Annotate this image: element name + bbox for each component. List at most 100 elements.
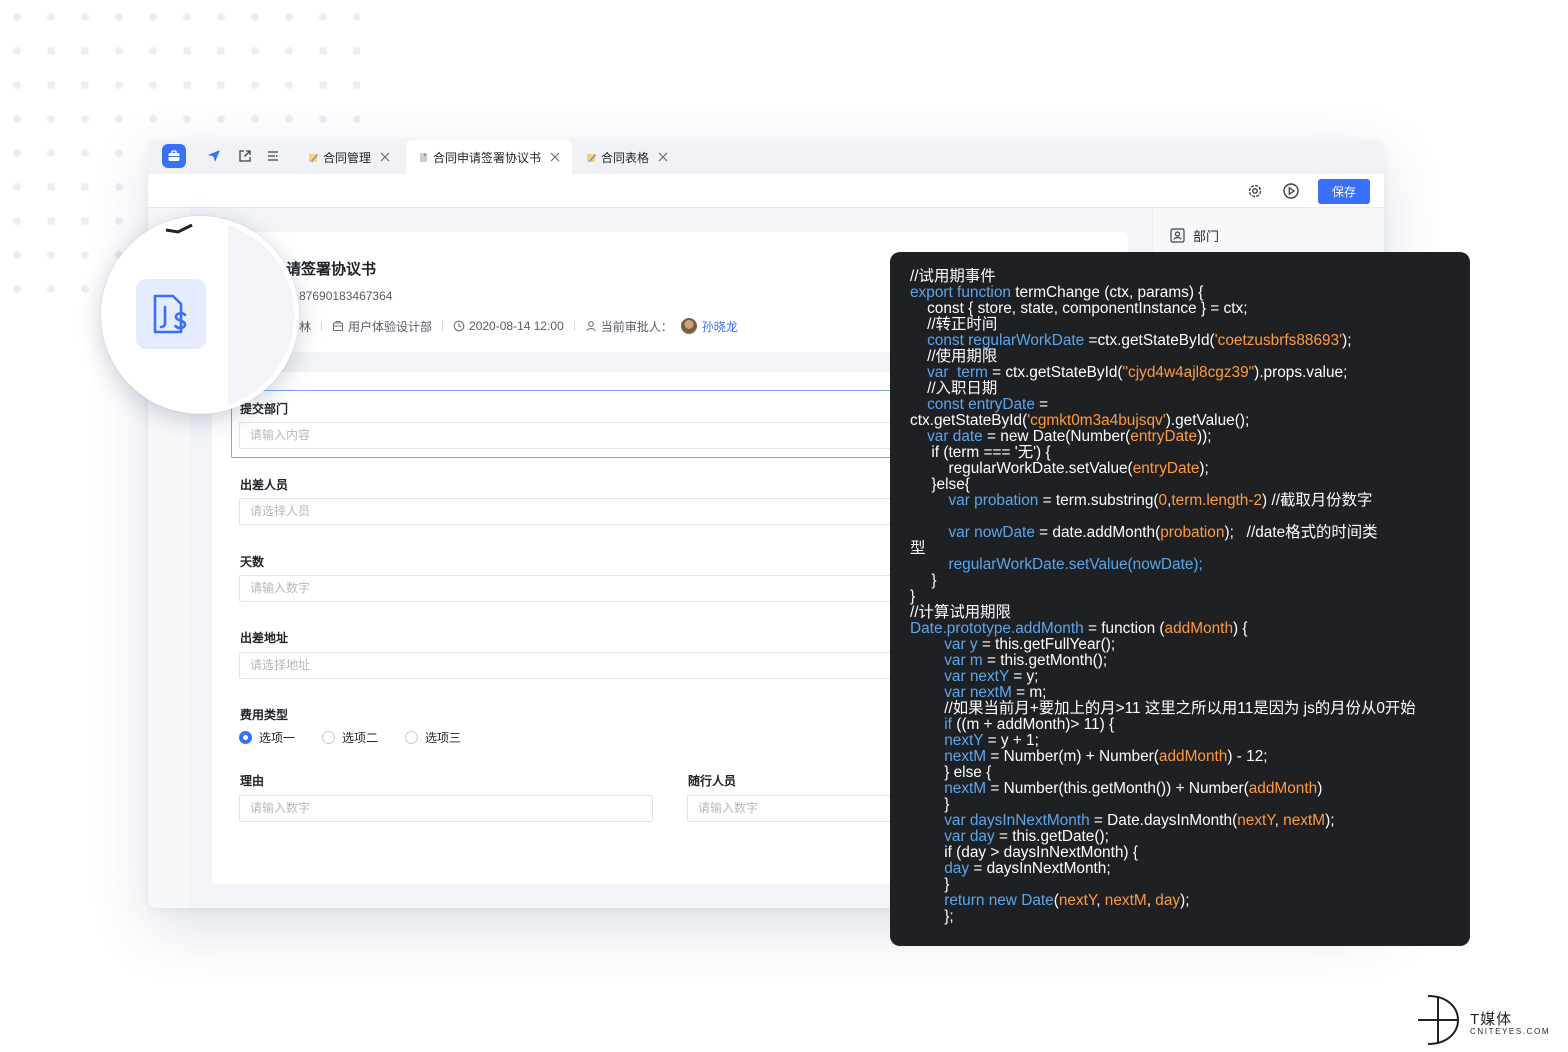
code-token: }; [910, 908, 954, 925]
radio-option-3[interactable]: 选项三 [405, 729, 461, 746]
briefcase-icon[interactable] [162, 144, 186, 168]
code-token: addMonth [1164, 620, 1234, 637]
code-token: = function ( [1087, 620, 1165, 637]
code-token: //入职日期 [910, 380, 998, 397]
code-line: var m = this.getMonth(); [910, 652, 1107, 669]
code-token: } [910, 796, 950, 813]
code-line: var nextY = y; [910, 668, 1038, 685]
code-token: nextY [1058, 892, 1097, 909]
approver-link[interactable]: 孙晓龙 [702, 318, 738, 335]
code-token: var m [910, 652, 987, 669]
js-component[interactable] [136, 279, 206, 349]
code-line: //入职日期 [910, 380, 997, 397]
field-label-days: 天数 [240, 555, 265, 569]
code-token: )); [1197, 428, 1212, 445]
code-line: } else { [910, 764, 991, 781]
radio-button[interactable] [239, 731, 252, 744]
code-line: //使用期限 [910, 348, 997, 365]
tab-contract-agreement[interactable]: 合同申请签署协议书 [406, 140, 573, 174]
send-icon[interactable] [206, 148, 222, 164]
field-label-reason: 理由 [240, 774, 265, 788]
code-token: ); [1180, 892, 1190, 909]
code-token: ctx.getStateById( [910, 412, 1028, 429]
document-number: 87690183467364 [299, 289, 393, 303]
play-icon[interactable] [1282, 182, 1300, 200]
code-token: = this.getDate(); [998, 828, 1109, 845]
code-token: = y + 1; [987, 732, 1039, 749]
radio-option-2[interactable]: 选项二 [322, 729, 378, 746]
radio-label: 选项一 [259, 731, 296, 745]
field-label-address: 出差地址 [240, 631, 289, 645]
code-token: nextM [910, 780, 991, 797]
code-line: nextY = y + 1; [910, 732, 1039, 749]
tab-contract-management[interactable]: 合同管理 [296, 140, 402, 174]
close-icon[interactable] [380, 152, 390, 162]
component-label: 部门 [1193, 229, 1220, 244]
code-line: const regularWorkDate =ctx.getStateById(… [910, 332, 1351, 349]
code-token: var term [910, 364, 993, 381]
code-token: } else { [910, 764, 992, 781]
list-icon[interactable] [265, 148, 281, 164]
divider [442, 321, 444, 331]
department-component-item[interactable]: 部门 [1169, 226, 1219, 245]
radio-option-1[interactable]: 选项一 [239, 729, 295, 746]
code-token: 型 [910, 540, 926, 557]
code-line: regularWorkDate.setValue(nowDate); [910, 556, 1202, 573]
code-token: 'coetzusbrfs88693' [1214, 332, 1343, 349]
code-token: ); [1342, 332, 1352, 349]
radio-button[interactable] [322, 731, 336, 744]
code-token: addMonth [1248, 780, 1318, 797]
code-token: = ctx.getStateById( [992, 364, 1123, 381]
code-token: if (day > daysInNextMonth) { [910, 844, 1138, 861]
code-token: ); [1199, 460, 1209, 477]
code-line: }else{ [910, 476, 970, 493]
close-icon[interactable] [658, 152, 668, 162]
code-token: Date.prototype.addMonth [910, 620, 1088, 637]
code-token: var nextY [910, 668, 1014, 685]
code-line: } [910, 876, 949, 893]
gear-icon[interactable] [1246, 182, 1264, 200]
code-token: termChange (ctx, params) { [1015, 284, 1204, 301]
code-line: day = daysInNextMonth; [910, 860, 1110, 877]
code-line: var date = new Date(Number(entryDate)); [910, 428, 1212, 445]
close-icon[interactable] [550, 152, 560, 162]
code-token: entryDate [1130, 428, 1198, 445]
code-token: nextY [910, 732, 988, 749]
tab-contract-form[interactable]: 合同表格 [574, 140, 680, 174]
js-file-icon [153, 294, 187, 334]
code-token: probation [1160, 524, 1225, 541]
tab-label: 合同表格 [601, 150, 650, 165]
code-token: } [910, 876, 950, 893]
code-token: addMonth [1158, 748, 1228, 765]
code-token: = date.addMonth( [1039, 524, 1161, 541]
code-line: //试用期事件 [910, 268, 996, 285]
code-token: ) //截取月份数字 [1262, 492, 1373, 509]
code-token: //计算试用期限 [910, 604, 1011, 621]
code-line: nextM = Number(this.getMonth()) + Number… [910, 780, 1322, 797]
code-token: ) - 12; [1227, 748, 1268, 765]
field-label-companions: 随行人员 [688, 774, 737, 788]
chevron-icon [165, 224, 193, 234]
radio-button[interactable] [405, 731, 419, 744]
radio-label: 选项三 [425, 731, 462, 745]
code-token: const { store, state, componentInstance … [910, 300, 1248, 317]
code-token: = term.substring( [1042, 492, 1159, 509]
code-token: day [1155, 892, 1181, 909]
code-token: "cjyd4w4ajl8cgz39" [1122, 364, 1255, 381]
external-link-icon[interactable] [237, 148, 253, 164]
code-line: var daysInNextMonth = Date.daysInMonth(n… [910, 812, 1334, 829]
edit-doc-icon [309, 153, 318, 162]
clock-icon [453, 320, 465, 332]
code-token: const entryDate [910, 396, 1040, 413]
code-token: term.length-2 [1171, 492, 1263, 509]
code-token: entryDate [1132, 460, 1200, 477]
approver-label: 当前审批人： [600, 319, 673, 334]
code-token: var nowDate [910, 524, 1040, 541]
code-token: ); [1325, 812, 1335, 829]
save-button[interactable]: 保存 [1318, 179, 1370, 204]
code-token: //如果当前月+要加上的月>11 这里之所以用11是因为 js的月份从0开始 [910, 700, 1416, 717]
code-token: , [1096, 892, 1105, 909]
code-token: regularWorkDate.setValue( [910, 460, 1133, 477]
code-token: //使用期限 [910, 348, 998, 365]
reason-input[interactable]: 请输入数字 [239, 795, 653, 822]
